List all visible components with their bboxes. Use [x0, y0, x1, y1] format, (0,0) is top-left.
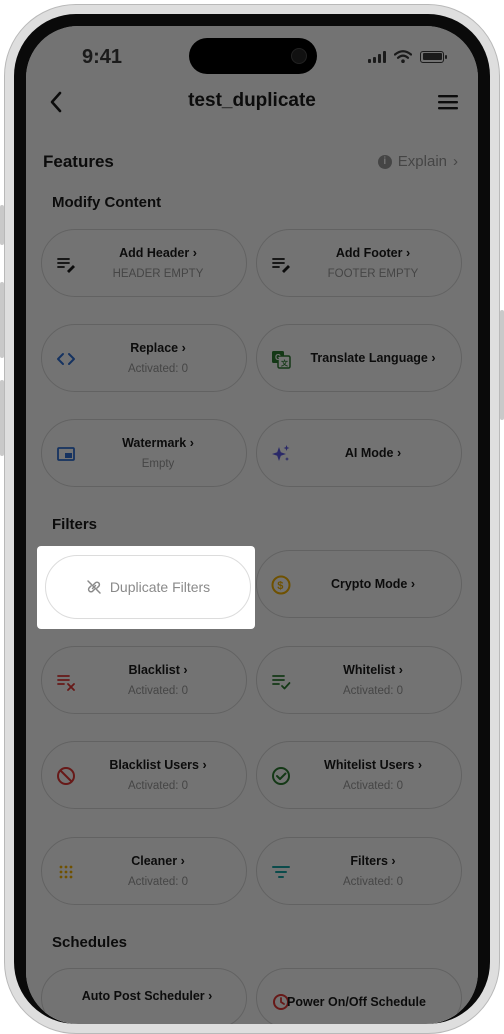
card-title: Watermark › — [122, 436, 194, 450]
card-subtitle: Activated: 0 — [127, 780, 189, 792]
card-title: Replace › — [130, 341, 186, 355]
sparkle-icon — [272, 445, 290, 461]
card-title: Cleaner › — [131, 854, 185, 868]
dots-grid-icon — [59, 865, 73, 879]
card-power-onoff-schedule[interactable]: Power On/Off Schedule — [256, 968, 462, 1024]
page-title: test_duplicate — [188, 90, 316, 111]
chevron-right-icon: › — [183, 663, 188, 677]
phone-screen: 9:41 test_duplicate Features i Explain ›… — [26, 26, 478, 1024]
card-replace[interactable]: Replace › Activated: 0 — [41, 324, 247, 392]
card-whitelist[interactable]: Whitelist › Activated: 0 — [256, 646, 462, 714]
card-blacklist[interactable]: Blacklist › Activated: 0 — [41, 646, 247, 714]
card-title: Power On/Off Schedule — [287, 995, 426, 1009]
card-title: Auto Post Scheduler › — [81, 989, 213, 1003]
cellular-signal-icon — [368, 50, 386, 63]
card-subtitle: Activated: 0 — [127, 685, 189, 697]
chevron-right-icon: › — [396, 446, 402, 460]
section-title-filters: Filters — [52, 516, 98, 533]
card-subtitle: Empty — [141, 458, 175, 470]
card-title: Blacklist › — [128, 663, 188, 677]
check-circle-icon — [272, 767, 290, 785]
list-remove-icon — [57, 675, 75, 691]
chevron-right-icon: › — [208, 989, 213, 1003]
chevron-right-icon: › — [391, 854, 396, 868]
hamburger-menu-icon — [438, 95, 458, 110]
battery-icon — [420, 50, 447, 63]
edit-lines-icon — [272, 258, 290, 273]
card-subtitle: Activated: 0 — [342, 876, 404, 888]
card-translate-language[interactable]: G 文 Translate Language › — [256, 324, 462, 392]
chevron-right-icon: › — [410, 577, 416, 591]
chevron-right-icon: › — [453, 153, 458, 170]
chevron-right-icon: › — [192, 246, 197, 260]
image-icon — [57, 447, 75, 461]
filter-icon — [272, 866, 290, 878]
card-add-header[interactable]: Add Header › HEADER EMPTY — [41, 229, 247, 297]
chevron-right-icon: › — [431, 351, 436, 365]
card-auto-post-scheduler[interactable]: Auto Post Scheduler › — [41, 968, 247, 1024]
card-title: Blacklist Users › — [109, 758, 207, 772]
section-title-schedules: Schedules — [52, 934, 128, 951]
card-title: Translate Language › — [310, 351, 436, 365]
spotlight-highlight: Duplicate Filters — [37, 546, 255, 629]
coin-icon: $ — [271, 575, 291, 595]
card-title: Filters › — [350, 854, 396, 868]
card-blacklist-users[interactable]: Blacklist Users › Activated: 0 — [41, 741, 247, 809]
edit-lines-icon — [57, 258, 75, 273]
dynamic-island — [189, 38, 317, 74]
card-title: Crypto Mode › — [330, 577, 416, 591]
card-title: Add Footer › — [335, 246, 411, 260]
wifi-icon — [394, 50, 412, 63]
svg-text:文: 文 — [281, 359, 289, 368]
translate-icon: G 文 — [272, 351, 291, 369]
card-filters[interactable]: Filters › Activated: 0 — [256, 837, 462, 905]
link-off-icon — [87, 580, 101, 594]
card-subtitle: Activated: 0 — [342, 685, 404, 697]
chevron-right-icon: › — [181, 341, 186, 355]
card-crypto-mode[interactable]: $ Crypto Mode › — [256, 550, 462, 618]
chevron-right-icon: › — [202, 758, 207, 772]
list-check-icon — [272, 675, 291, 690]
status-time: 9:41 — [82, 46, 123, 68]
card-subtitle: Activated: 0 — [127, 363, 189, 375]
card-title: AI Mode › — [344, 446, 402, 460]
status-icons — [368, 50, 447, 63]
menu-button[interactable] — [434, 88, 462, 116]
explain-link[interactable]: i Explain › — [377, 153, 458, 170]
card-ai-mode[interactable]: AI Mode › — [256, 419, 462, 487]
card-title: Whitelist Users › — [324, 758, 422, 772]
chevron-right-icon: › — [417, 758, 422, 772]
chevron-right-icon: › — [405, 246, 411, 260]
card-duplicate-filters[interactable]: Duplicate Filters — [45, 555, 251, 619]
explain-label: Explain — [397, 153, 447, 170]
card-add-footer[interactable]: Add Footer › FOOTER EMPTY — [256, 229, 462, 297]
front-camera — [291, 48, 307, 64]
card-title: Add Header › — [119, 246, 197, 260]
chevron-right-icon: › — [180, 854, 185, 868]
card-subtitle: Activated: 0 — [342, 780, 404, 792]
info-icon: i — [377, 154, 392, 169]
card-subtitle: FOOTER EMPTY — [327, 268, 419, 280]
power-button — [500, 310, 504, 420]
svg-text:$: $ — [277, 580, 283, 592]
card-subtitle: Activated: 0 — [127, 876, 189, 888]
card-whitelist-users[interactable]: Whitelist Users › Activated: 0 — [256, 741, 462, 809]
features-title: Features — [43, 152, 114, 171]
section-title-modify-content: Modify Content — [52, 194, 162, 211]
card-subtitle: HEADER EMPTY — [112, 268, 204, 280]
card-title: Whitelist › — [343, 663, 403, 677]
card-watermark[interactable]: Watermark › Empty — [41, 419, 247, 487]
chevron-right-icon: › — [398, 663, 403, 677]
chevron-right-icon: › — [189, 436, 194, 450]
card-cleaner[interactable]: Cleaner › Activated: 0 — [41, 837, 247, 905]
code-icon — [57, 353, 75, 365]
app-header: test_duplicate — [26, 82, 478, 122]
block-icon — [57, 767, 75, 785]
card-title: Duplicate Filters — [109, 579, 211, 595]
